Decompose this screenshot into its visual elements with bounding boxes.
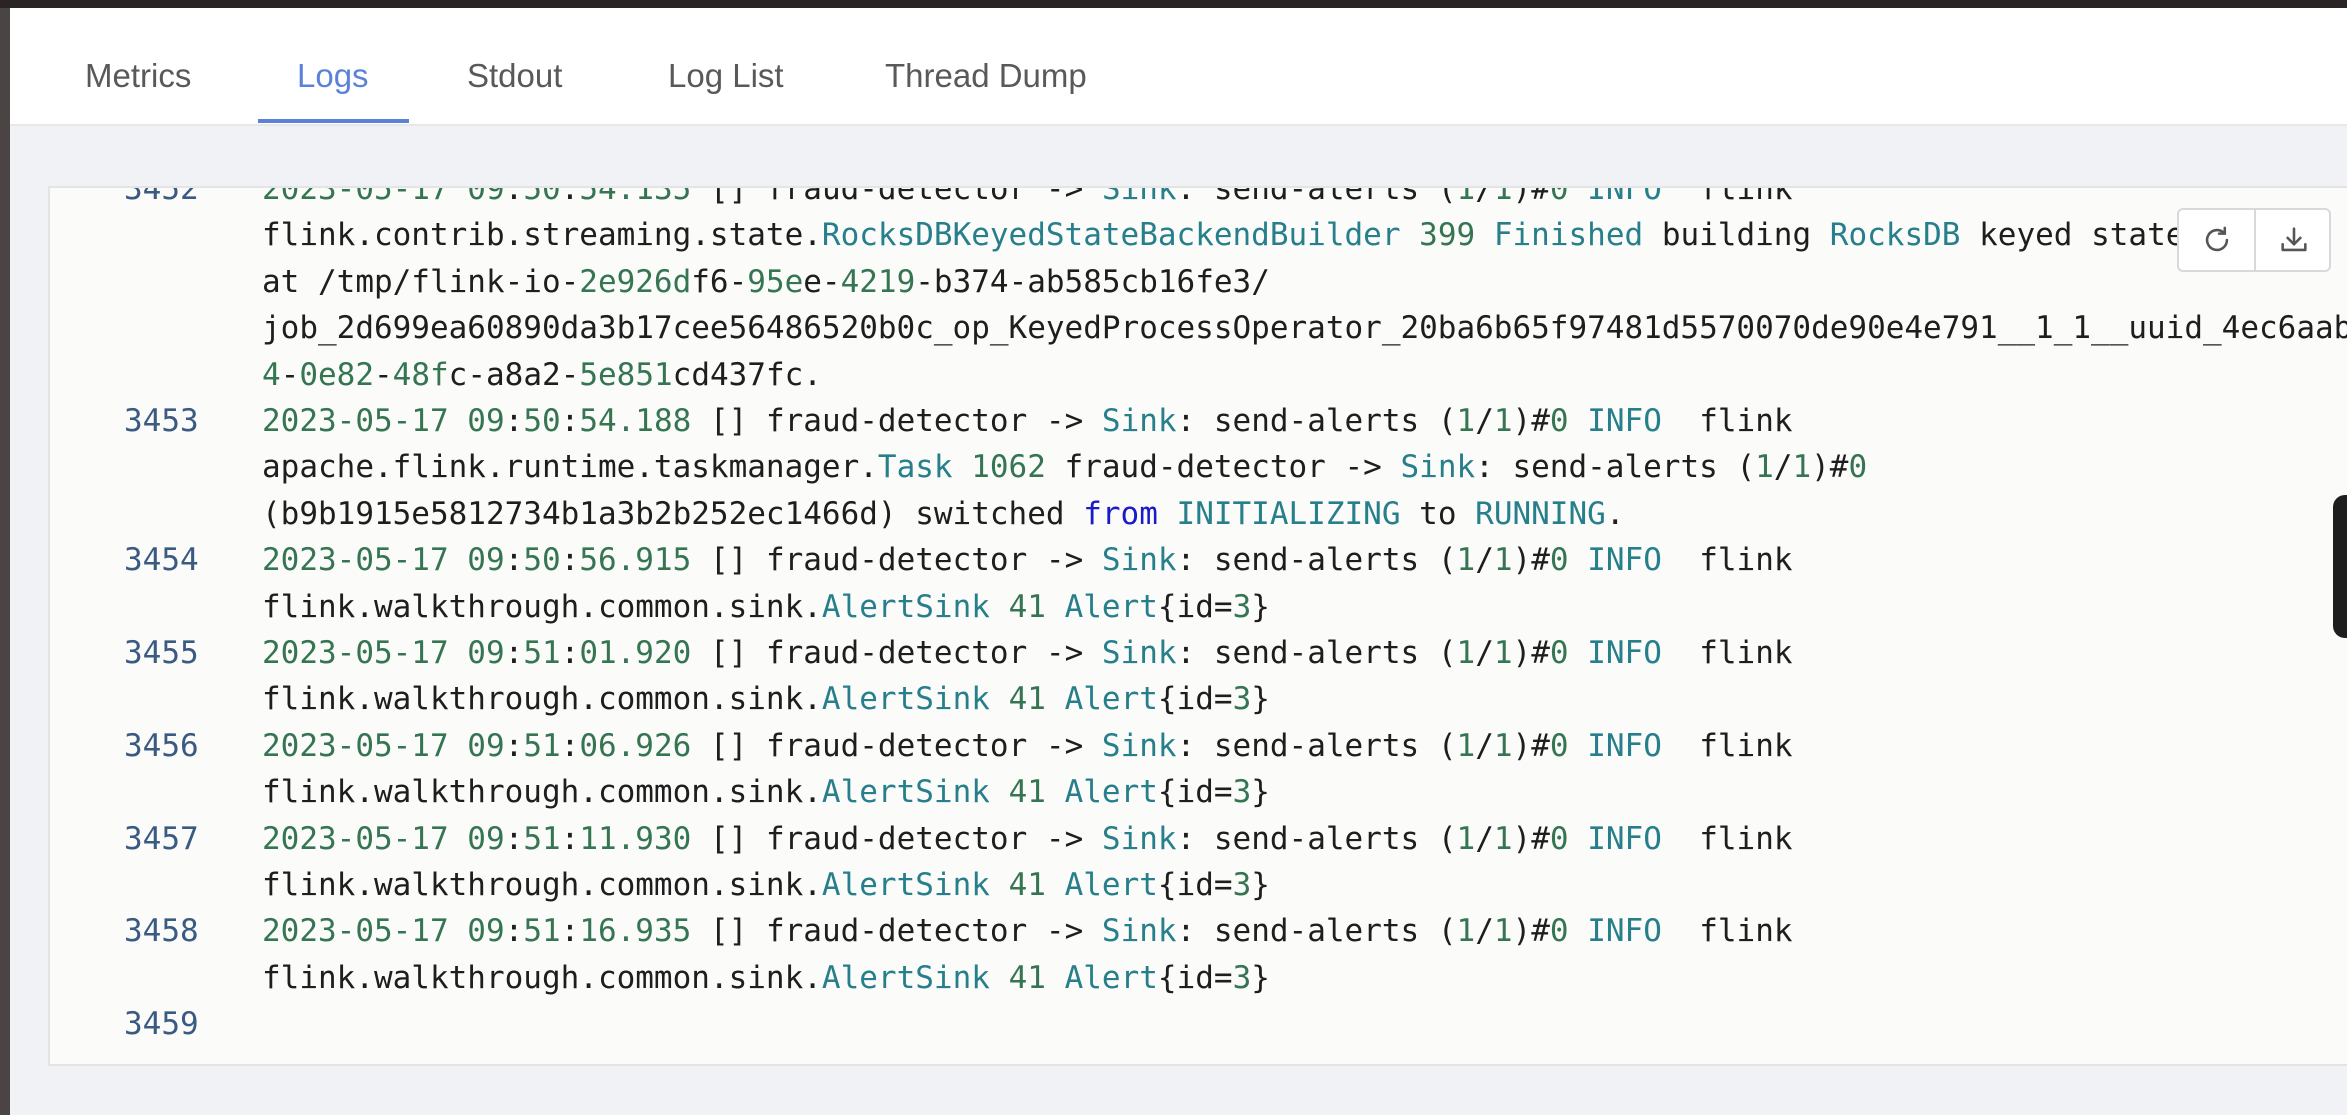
log-text-row: 2023-05-17 09:50:54.135 [] fraud-detecto… — [262, 186, 1793, 207]
download-icon — [2280, 227, 2307, 252]
log-line-number: 3453 — [124, 403, 199, 439]
reload-icon — [2205, 226, 2228, 252]
log-text-row: flink.walkthrough.common.sink.AlertSink … — [262, 774, 1270, 811]
log-text-row: flink.walkthrough.common.sink.AlertSink … — [262, 681, 1270, 718]
log-text-row: 4-0e82-48fc-a8a2-5e851cd437fc. — [262, 356, 822, 393]
tab-metrics[interactable]: Metrics — [85, 8, 191, 124]
log-text-row: 2023-05-17 09:51:01.920 [] fraud-detecto… — [262, 635, 1793, 671]
task-manager-detail: Metrics Logs Stdout Log List Thread Dump… — [10, 8, 2347, 1115]
log-text-row: 2023-05-17 09:51:06.926 [] fraud-detecto… — [262, 727, 1793, 764]
tab-bar: Metrics Logs Stdout Log List Thread Dump — [10, 8, 2347, 126]
log-text-row: job_2d699ea60890da3b17cee56486520b0c_op_… — [262, 310, 2347, 347]
tab-log-list[interactable]: Log List — [668, 8, 784, 124]
log-line-number: 3452 — [124, 186, 199, 207]
log-text-row: apache.flink.runtime.taskmanager.Task 10… — [262, 449, 1868, 486]
scrollbar-handle[interactable] — [2333, 495, 2347, 638]
log-text-row: 2023-05-17 09:51:11.930 [] fraud-detecto… — [262, 820, 1793, 857]
log-line-number: 3458 — [124, 913, 199, 950]
tab-logs[interactable]: Logs — [297, 8, 369, 124]
download-button[interactable] — [2254, 210, 2331, 270]
log-line-number: 3455 — [124, 635, 199, 671]
log-line-number: 3456 — [124, 727, 199, 764]
log-text-row: 2023-05-17 09:50:56.915 [] fraud-detecto… — [262, 542, 1793, 579]
log-line-number: 3459 — [124, 1006, 199, 1043]
tab-stdout[interactable]: Stdout — [467, 8, 562, 124]
log-text-row: flink.walkthrough.common.sink.AlertSink … — [262, 867, 1270, 903]
active-tab-indicator — [258, 119, 409, 123]
log-line-number: 3454 — [124, 542, 199, 579]
log-text-row: at /tmp/flink-io-2e926df6-95ee-4219-b374… — [262, 263, 1270, 300]
log-viewer[interactable]: 3452 2023-05-17 09:50:54.135 [] fraud-det… — [48, 186, 2347, 1066]
log-toolbar — [2177, 208, 2331, 272]
log-text-row: 2023-05-17 09:50:54.188 [] fraud-detecto… — [262, 403, 1793, 439]
log-line-number: 3457 — [124, 820, 199, 857]
window-edge — [0, 8, 10, 1115]
log-text-row: flink.walkthrough.common.sink.AlertSink … — [262, 588, 1270, 625]
log-text-row: flink.contrib.streaming.state.RocksDBKey… — [262, 217, 2334, 254]
log-text-row: (b9b1915e5812734b1a3b2b252ec1466d) switc… — [262, 495, 1625, 532]
reload-button[interactable] — [2179, 210, 2254, 270]
tab-thread-dump[interactable]: Thread Dump — [885, 8, 1087, 124]
log-text-row: flink.walkthrough.common.sink.AlertSink … — [262, 959, 1270, 996]
log-text-row: 2023-05-17 09:51:16.935 [] fraud-detecto… — [262, 913, 1793, 950]
